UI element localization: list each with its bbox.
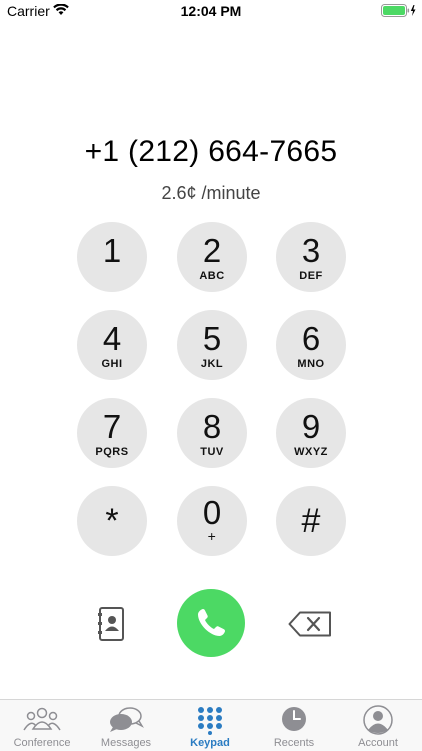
tab-conference[interactable]: Conference	[0, 700, 84, 751]
tab-label: Messages	[100, 737, 152, 749]
key-1[interactable]: 1	[77, 222, 147, 292]
keypad-icon	[198, 707, 222, 735]
tab-label: Keypad	[190, 737, 230, 749]
tab-label: Account	[358, 737, 398, 749]
key-hash[interactable]: #	[276, 486, 346, 556]
call-rate: 2.6¢ /minute	[161, 183, 261, 203]
person-icon	[363, 705, 393, 735]
conference-icon	[23, 707, 61, 731]
tab-keypad[interactable]: Keypad	[168, 700, 252, 751]
messages-icon	[110, 707, 144, 732]
dialed-number: +1 (212) 664-7665	[84, 135, 338, 168]
key-6[interactable]: 6 MNO	[276, 310, 346, 380]
key-letters: TUV	[200, 446, 224, 458]
key-digit: 9	[301, 408, 321, 445]
key-letters: DEF	[299, 270, 323, 282]
key-star[interactable]: *	[77, 486, 147, 556]
call-button[interactable]	[177, 589, 245, 657]
tab-recents[interactable]: Recents	[252, 700, 336, 751]
key-letters: GHI	[101, 358, 123, 370]
battery-icon	[381, 4, 417, 22]
key-letters: ABC	[199, 270, 225, 282]
key-8[interactable]: 8 TUV	[177, 398, 247, 468]
key-letters: WXYZ	[294, 446, 328, 458]
key-digit: 5	[202, 320, 222, 357]
key-0[interactable]: 0 +	[177, 486, 247, 556]
backspace-button[interactable]	[288, 611, 332, 642]
tab-account[interactable]: Account	[336, 700, 420, 751]
key-digit: 4	[102, 320, 122, 357]
phone-icon	[198, 609, 225, 636]
key-digit: 1	[102, 232, 122, 269]
key-letters: PQRS	[95, 446, 129, 458]
key-digit: #	[301, 502, 321, 540]
key-digit: 7	[102, 408, 122, 445]
clock-icon	[282, 707, 306, 731]
key-2[interactable]: 2 ABC	[177, 222, 247, 292]
key-digit: 2	[202, 232, 222, 269]
key-letters: MNO	[297, 358, 325, 370]
key-5[interactable]: 5 JKL	[177, 310, 247, 380]
key-3[interactable]: 3 DEF	[276, 222, 346, 292]
tab-bar: Conference Messages Keypad Recents Accou…	[0, 699, 422, 751]
key-digit: 6	[301, 320, 321, 357]
key-letters: JKL	[200, 358, 224, 370]
tab-label: Recents	[273, 737, 315, 749]
key-9[interactable]: 9 WXYZ	[276, 398, 346, 468]
contacts-book-icon[interactable]	[97, 607, 125, 646]
status-bar: Carrier 12:04 PM	[0, 0, 422, 22]
key-letters: +	[207, 528, 217, 544]
key-digit: 8	[202, 408, 222, 445]
key-4[interactable]: 4 GHI	[77, 310, 147, 380]
key-digit: 3	[301, 232, 321, 269]
clock-time: 12:04 PM	[180, 3, 242, 19]
key-digit: *	[105, 502, 119, 540]
tab-label: Conference	[13, 737, 71, 749]
key-digit: 0	[202, 494, 222, 531]
tab-messages[interactable]: Messages	[84, 700, 168, 751]
backspace-icon	[288, 611, 331, 637]
key-7[interactable]: 7 PQRS	[77, 398, 147, 468]
